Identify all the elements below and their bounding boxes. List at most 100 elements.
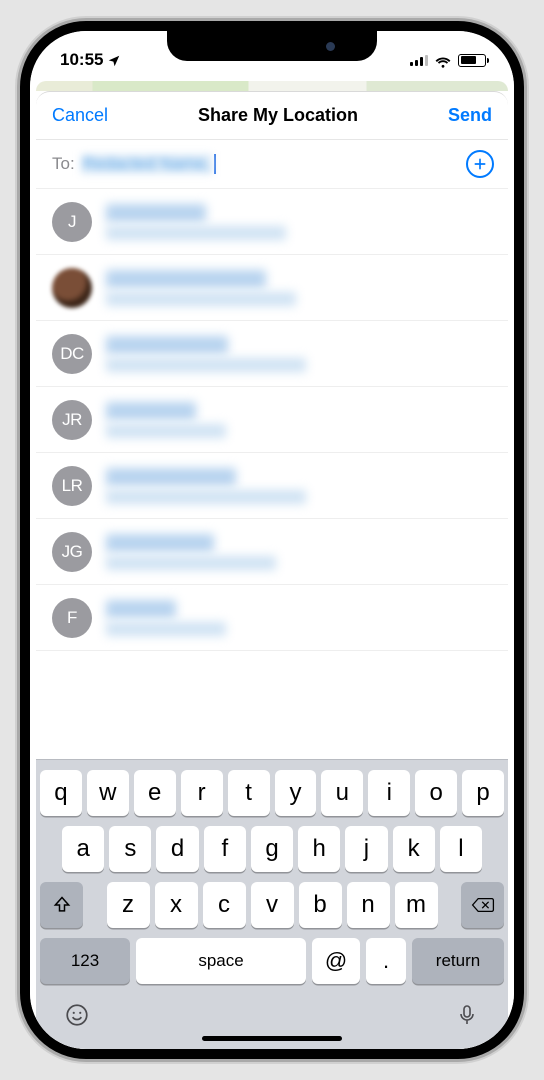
key-v[interactable]: v: [251, 882, 294, 928]
backspace-key[interactable]: [461, 882, 504, 928]
status-time: 10:55: [60, 50, 103, 70]
key-c[interactable]: c: [203, 882, 246, 928]
key-row-2: asdfghjkl: [40, 826, 504, 872]
contact-suggestion[interactable]: JR: [36, 387, 508, 453]
key-e[interactable]: e: [134, 770, 176, 816]
contact-name: [106, 336, 228, 354]
contact-detail: [106, 358, 306, 372]
to-label: To:: [52, 154, 75, 174]
keyboard: qwertyuiop asdfghjkl zxcvbnm 123 space @…: [36, 759, 508, 1049]
key-s[interactable]: s: [109, 826, 151, 872]
key-i[interactable]: i: [368, 770, 410, 816]
numbers-key[interactable]: 123: [40, 938, 130, 984]
key-u[interactable]: u: [321, 770, 363, 816]
contact-detail: [106, 622, 226, 636]
key-x[interactable]: x: [155, 882, 198, 928]
key-l[interactable]: l: [440, 826, 482, 872]
key-d[interactable]: d: [156, 826, 198, 872]
key-y[interactable]: y: [275, 770, 317, 816]
contact-suggestion[interactable]: JG: [36, 519, 508, 585]
key-row-3-letters: zxcvbnm: [88, 882, 456, 928]
return-key[interactable]: return: [412, 938, 504, 984]
microphone-icon: [455, 1003, 479, 1027]
battery-icon: [458, 54, 486, 67]
key-z[interactable]: z: [107, 882, 150, 928]
key-b[interactable]: b: [299, 882, 342, 928]
key-o[interactable]: o: [415, 770, 457, 816]
avatar: JG: [52, 532, 92, 572]
contact-detail: [106, 490, 306, 504]
screen: 10:55 Cancel Share My Location Send: [30, 31, 514, 1049]
send-button[interactable]: Send: [448, 105, 492, 126]
contact-text: [106, 402, 492, 438]
at-key[interactable]: @: [312, 938, 360, 984]
status-right: [410, 53, 486, 67]
avatar: LR: [52, 466, 92, 506]
shift-icon: [52, 895, 72, 915]
contact-text: [106, 336, 492, 372]
key-m[interactable]: m: [395, 882, 438, 928]
dot-key[interactable]: .: [366, 938, 406, 984]
contact-suggestion[interactable]: F: [36, 585, 508, 651]
key-k[interactable]: k: [393, 826, 435, 872]
key-g[interactable]: g: [251, 826, 293, 872]
dictation-button[interactable]: [452, 1000, 482, 1030]
contact-text: [106, 600, 492, 636]
contact-suggestion[interactable]: LR: [36, 453, 508, 519]
location-icon: [107, 53, 121, 67]
contact-text: [106, 270, 492, 306]
contact-text: [106, 468, 492, 504]
key-n[interactable]: n: [347, 882, 390, 928]
contact-suggestion[interactable]: DC: [36, 321, 508, 387]
contact-detail: [106, 292, 296, 306]
contact-name: [106, 402, 196, 420]
map-preview: [36, 81, 508, 91]
key-p[interactable]: p: [462, 770, 504, 816]
contact-detail: [106, 226, 286, 240]
contact-name: [106, 534, 214, 552]
status-left: 10:55: [60, 50, 121, 70]
contact-text: [106, 534, 492, 570]
avatar: JR: [52, 400, 92, 440]
contact-name: [106, 468, 236, 486]
emoji-icon: [64, 1002, 90, 1028]
shift-key[interactable]: [40, 882, 83, 928]
keyboard-toolbar: [40, 994, 504, 1032]
to-row: To: Redacted Name,: [36, 140, 508, 189]
key-j[interactable]: j: [345, 826, 387, 872]
key-row-1: qwertyuiop: [40, 770, 504, 816]
key-h[interactable]: h: [298, 826, 340, 872]
recipient-token: Redacted Name,: [81, 154, 213, 174]
key-q[interactable]: q: [40, 770, 82, 816]
contact-suggestion[interactable]: [36, 255, 508, 321]
notch: [167, 31, 377, 61]
recipient-input[interactable]: Redacted Name,: [81, 154, 466, 174]
contact-suggestion[interactable]: J: [36, 189, 508, 255]
avatar: DC: [52, 334, 92, 374]
contact-name: [106, 270, 266, 288]
avatar: J: [52, 202, 92, 242]
share-sheet: Cancel Share My Location Send To: Redact…: [36, 91, 508, 1049]
key-row-3: zxcvbnm: [40, 882, 504, 928]
space-key[interactable]: space: [136, 938, 306, 984]
contact-detail: [106, 424, 226, 438]
key-a[interactable]: a: [62, 826, 104, 872]
text-cursor: [214, 154, 216, 174]
wifi-icon: [434, 53, 452, 67]
contact-name: [106, 204, 206, 222]
emoji-button[interactable]: [62, 1000, 92, 1030]
avatar: F: [52, 598, 92, 638]
home-indicator[interactable]: [202, 1036, 342, 1041]
contact-detail: [106, 556, 276, 570]
key-f[interactable]: f: [204, 826, 246, 872]
contact-suggestions: J DC JR LR JG F: [36, 189, 508, 759]
avatar: [52, 268, 92, 308]
cellular-icon: [410, 54, 428, 66]
key-w[interactable]: w: [87, 770, 129, 816]
key-t[interactable]: t: [228, 770, 270, 816]
key-r[interactable]: r: [181, 770, 223, 816]
phone-frame: 10:55 Cancel Share My Location Send: [20, 21, 524, 1059]
page-title: Share My Location: [198, 105, 358, 126]
cancel-button[interactable]: Cancel: [52, 105, 108, 126]
add-recipient-button[interactable]: [466, 150, 494, 178]
